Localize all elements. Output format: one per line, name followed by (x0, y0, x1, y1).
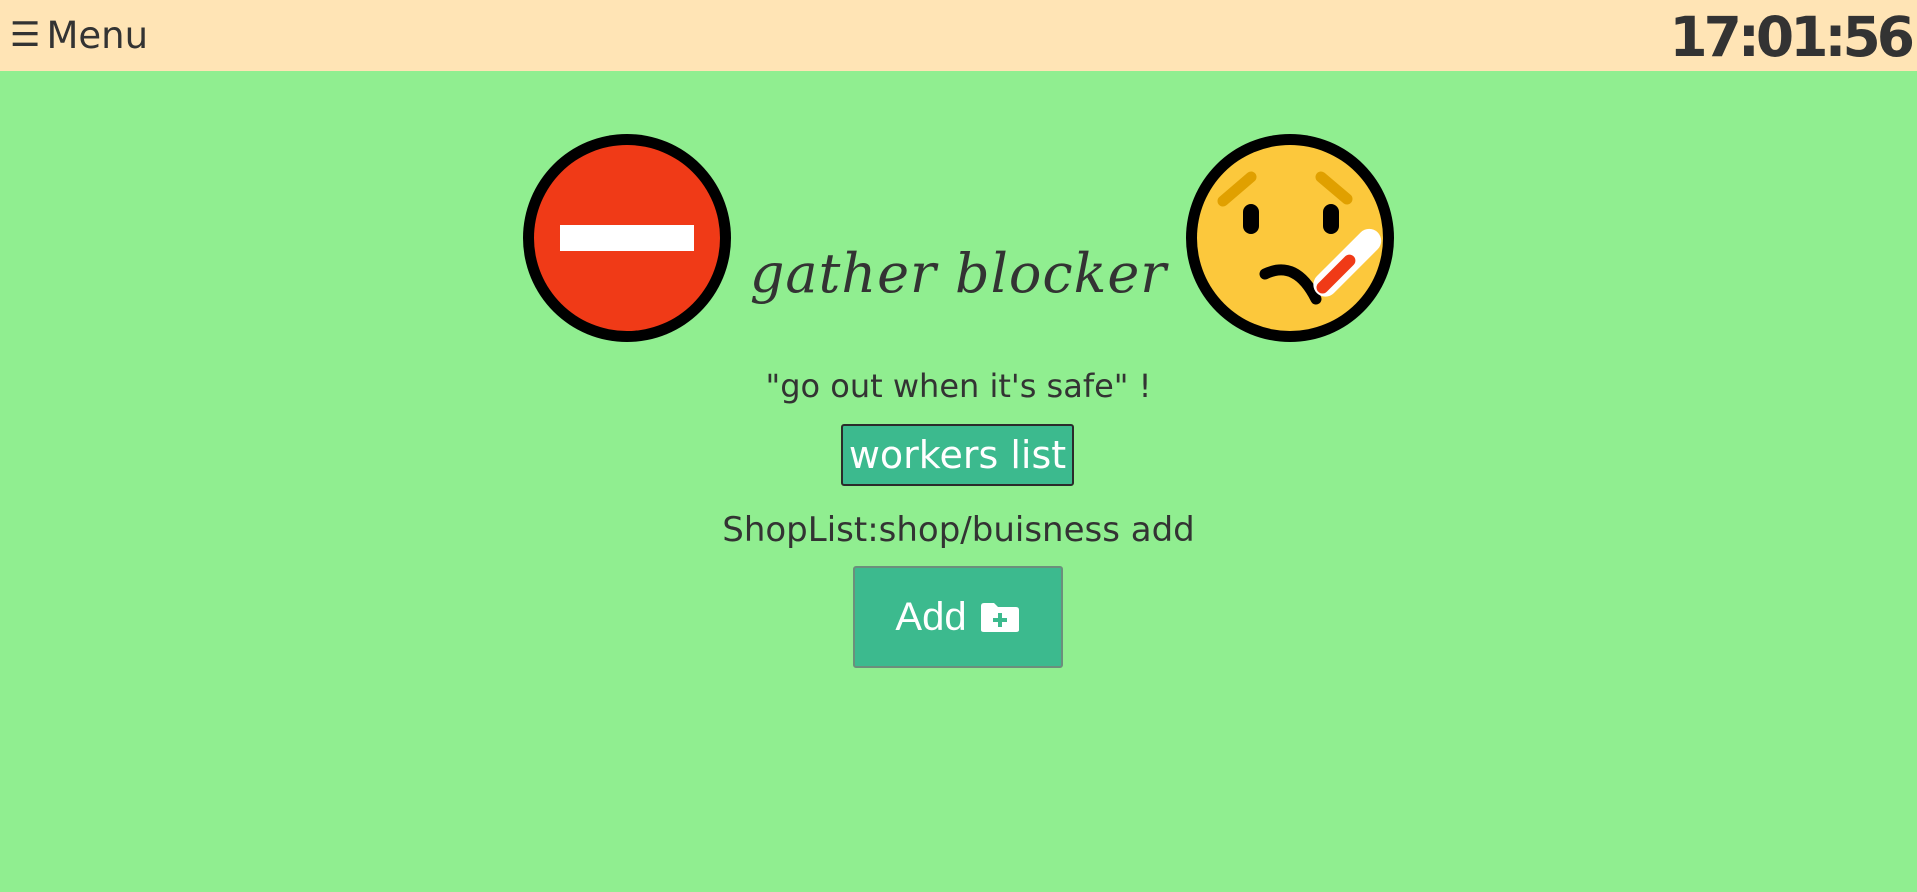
thermometer-face-icon (1186, 134, 1394, 342)
workers-list-button[interactable]: workers list (841, 424, 1074, 486)
no-entry-icon (523, 134, 731, 342)
add-button-label: Add (895, 594, 967, 639)
folder-plus-icon (980, 603, 1019, 632)
slogan-text: "go out when it's safe" ! (765, 367, 1152, 405)
shoplist-label: ShopList:shop/buisness add (722, 510, 1195, 550)
add-button[interactable]: Add (853, 566, 1063, 668)
main-content: gather blocker "go out when it's safe" !… (0, 0, 1917, 892)
page-title: gather blocker (749, 242, 1168, 305)
